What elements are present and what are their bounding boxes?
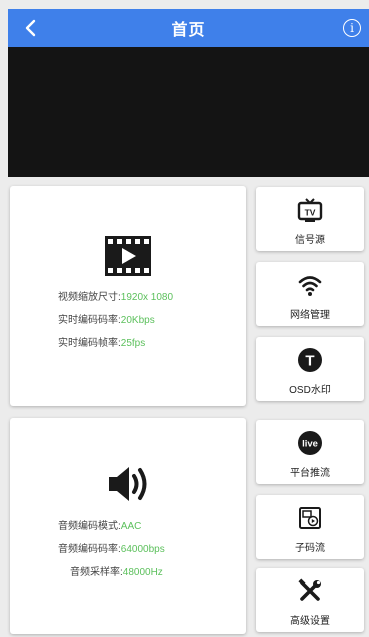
osd-t-icon: T [298, 348, 322, 372]
video-info-card: 视频缩放尺寸:1920x 1080 实时编码码率:20Kbps 实时编码帧率:2… [10, 186, 246, 406]
page-title: 首页 [171, 22, 206, 39]
network-label: 网络管理 [290, 310, 330, 321]
top-bar: 首页 i [8, 9, 369, 47]
audio-samplerate-value: 48000Hz [122, 567, 163, 578]
audio-bitrate-value: 64000bps [120, 544, 165, 555]
platform-push-label: 平台推流 [290, 468, 330, 479]
signal-source-label: 信号源 [295, 235, 325, 246]
osd-t-icon-text: T [305, 353, 314, 370]
substream-icon [299, 507, 321, 529]
osd-watermark-label: OSD水印 [289, 385, 331, 396]
speaker-icon [109, 467, 147, 501]
video-framerate-row: 实时编码帧率:25fps [58, 332, 173, 355]
video-preview[interactable] [8, 47, 369, 177]
network-button[interactable]: 网络管理 [256, 262, 364, 326]
film-play-icon [105, 236, 151, 276]
osd-watermark-button[interactable]: T OSD水印 [256, 337, 364, 401]
video-scale-row: 视频缩放尺寸:1920x 1080 [58, 286, 173, 309]
audio-samplerate-row: 音频采样率:48000Hz [58, 561, 165, 584]
video-bitrate-row: 实时编码码率:20Kbps [58, 309, 173, 332]
audio-bitrate-row: 音频编码码率:64000bps [58, 538, 165, 561]
video-framerate-value: 25fps [120, 338, 146, 349]
substream-label: 子码流 [295, 543, 325, 554]
platform-push-button[interactable]: live 平台推流 [256, 420, 364, 484]
audio-bitrate-label: 音频编码码率: [58, 544, 121, 555]
video-scale-label: 视频缩放尺寸: [58, 292, 121, 303]
wifi-icon [298, 276, 322, 296]
audio-info-card: 音频编码模式:AAC 音频编码码率:64000bps 音频采样率:48000Hz [10, 418, 246, 634]
signal-source-button[interactable]: TV 信号源 [256, 187, 364, 251]
info-button[interactable]: i [343, 19, 361, 37]
tv-icon-text: TV [305, 208, 316, 218]
info-icon: i [350, 21, 354, 35]
tools-icon [298, 578, 321, 601]
live-icon-text: live [302, 439, 318, 450]
video-bitrate-label: 实时编码码率: [58, 315, 121, 326]
advanced-settings-button[interactable]: 高级设置 [256, 568, 364, 632]
live-icon: live [298, 431, 322, 455]
video-framerate-label: 实时编码帧率: [58, 338, 121, 349]
video-scale-value: 1920x 1080 [120, 292, 174, 303]
audio-mode-row: 音频编码模式:AAC [58, 515, 165, 538]
tv-icon: TV [297, 198, 323, 222]
audio-samplerate-label: 音频采样率: [70, 567, 123, 578]
audio-mode-label: 音频编码模式: [58, 521, 121, 532]
substream-button[interactable]: 子码流 [256, 495, 364, 559]
audio-mode-value: AAC [120, 521, 142, 532]
video-bitrate-value: 20Kbps [120, 315, 155, 326]
advanced-settings-label: 高级设置 [290, 616, 330, 627]
